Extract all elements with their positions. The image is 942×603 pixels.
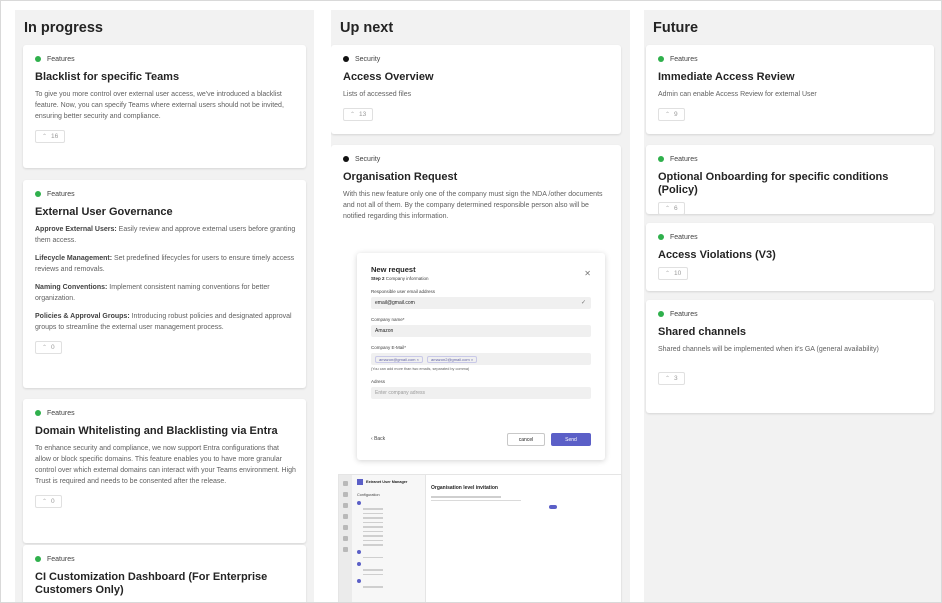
card-tag: Features	[658, 232, 924, 242]
field-hint: (You can add more than two emails, separ…	[371, 367, 470, 371]
card-title: Domain Whitelisting and Blacklisting via…	[35, 425, 278, 437]
chevron-up-icon: ⌃	[665, 376, 671, 382]
features-dot-icon	[35, 410, 41, 416]
features-dot-icon	[658, 234, 664, 240]
card-title: External User Governance	[35, 206, 173, 218]
vote-button[interactable]: ⌃ 0	[35, 341, 62, 354]
column-title: In progress	[24, 20, 103, 36]
company-email-field: amazon@gmail.com × amazon2@gmail.com ×	[371, 353, 591, 365]
card-paragraph: Policies & Approval Groups: Introducing …	[35, 313, 292, 331]
card-description: Lists of accessed files	[343, 91, 412, 98]
card-paragraph: Lifecycle Management: Set predefined lif…	[35, 255, 295, 273]
card-tag: Features	[658, 309, 924, 319]
card-title: Immediate Access Review	[658, 71, 795, 83]
card-domain-whitelisting[interactable]: Features Domain Whitelisting and Blackli…	[23, 399, 306, 543]
card-description: To give you more control over external u…	[35, 91, 284, 120]
app-main: Organisation level invitation	[431, 479, 617, 602]
email-field: email@gmail.com ✓	[371, 297, 591, 309]
column-title: Up next	[340, 20, 394, 36]
vote-button[interactable]: ⌃ 16	[35, 130, 66, 143]
app-main-title: Organisation level invitation	[431, 485, 498, 491]
card-access-overview[interactable]: Security Access Overview Lists of access…	[331, 45, 621, 134]
chevron-up-icon: ⌃	[42, 345, 48, 351]
card-title: CI Customization Dashboard (For Enterpri…	[35, 571, 268, 596]
toggle-icon	[549, 505, 557, 509]
field-label: Responsible user email address	[371, 289, 436, 294]
chevron-up-icon: ⌃	[42, 134, 48, 140]
app-brand: Extranet User Manager	[357, 479, 420, 485]
chevron-up-icon: ⌃	[665, 112, 671, 118]
send-button: Send	[551, 433, 591, 446]
app-settings-image: Extranet User Manager Configuration Orga…	[338, 474, 622, 602]
card-access-violations[interactable]: Features Access Violations (V3) ⌃ 10	[646, 223, 934, 291]
app-section: Configuration	[357, 493, 380, 497]
column-title: Future	[653, 20, 699, 36]
card-tag: Features	[35, 408, 296, 418]
chevron-up-icon: ⌃	[665, 206, 671, 212]
card-tag: Features	[658, 154, 924, 164]
chevron-up-icon: ⌃	[42, 499, 48, 505]
features-dot-icon	[658, 311, 664, 317]
close-icon: ✕	[584, 269, 591, 278]
card-ci-customization[interactable]: Features CI Customization Dashboard (For…	[23, 545, 306, 602]
card-description: Admin can enable Access Review for exter…	[658, 91, 817, 98]
vote-button[interactable]: ⌃ 9	[658, 108, 685, 121]
security-dot-icon	[343, 56, 349, 62]
vote-button[interactable]: ⌃ 0	[35, 495, 62, 508]
card-tag: Features	[35, 554, 296, 564]
card-external-user-governance[interactable]: Features External User Governance Approv…	[23, 180, 306, 388]
card-title: Access Overview	[343, 71, 434, 83]
modal-title: New request	[371, 265, 416, 274]
modal-step: Step 2 Company information	[371, 276, 429, 281]
address-field: Enter company adress	[371, 387, 591, 399]
card-shared-channels[interactable]: Features Shared channels Shared channels…	[646, 300, 934, 413]
card-immediate-access-review[interactable]: Features Immediate Access Review Admin c…	[646, 45, 934, 134]
card-title: Access Violations (V3)	[658, 249, 776, 261]
vote-button[interactable]: ⌃ 13	[343, 108, 374, 121]
card-tag: Features	[658, 54, 924, 64]
vote-button[interactable]: ⌃ 10	[658, 267, 689, 280]
card-tag: Security	[343, 54, 611, 64]
features-dot-icon	[35, 191, 41, 197]
card-tag: Security	[343, 154, 611, 164]
app-logo-icon	[357, 479, 363, 485]
card-description: To enhance security and compliance, we n…	[35, 445, 296, 485]
card-title: Shared channels	[658, 326, 747, 338]
security-dot-icon	[343, 156, 349, 162]
app-sidebar: Extranet User Manager Configuration	[352, 475, 426, 602]
card-tag: Features	[35, 189, 296, 199]
chevron-up-icon: ⌃	[665, 271, 671, 277]
field-label: Company E-Mail*	[371, 345, 407, 350]
card-title: Organisation Request	[343, 171, 458, 183]
email-chip: amazon@gmail.com ×	[375, 355, 423, 363]
column-future: Future Features Immediate Access Review …	[644, 10, 941, 602]
vote-button[interactable]: ⌃ 6	[658, 202, 685, 215]
app-rail	[339, 475, 352, 602]
card-title: Optional Onboarding for specific conditi…	[658, 171, 889, 196]
card-optional-onboarding[interactable]: Features Optional Onboarding for specifi…	[646, 145, 934, 215]
cancel-button: cancel	[507, 433, 545, 446]
chevron-up-icon: ⌃	[350, 112, 356, 118]
features-dot-icon	[658, 156, 664, 162]
column-in-progress: In progress Features Blacklist for speci…	[15, 10, 314, 602]
new-request-modal-image: New request Step 2 Company information ✕…	[357, 253, 605, 460]
roadmap-board: In progress Features Blacklist for speci…	[0, 0, 942, 603]
vote-button[interactable]: ⌃ 3	[658, 372, 685, 385]
card-tag: Features	[35, 54, 296, 64]
field-label: Company name*	[371, 317, 405, 322]
back-link: ‹ Back	[371, 436, 386, 442]
card-description: With this new feature only one of the co…	[343, 191, 603, 220]
card-description: Shared channels will be implemented when…	[658, 346, 879, 353]
features-dot-icon	[35, 56, 41, 62]
features-dot-icon	[35, 556, 41, 562]
card-blacklist-teams[interactable]: Features Blacklist for specific Teams To…	[23, 45, 306, 168]
card-paragraph: Approve External Users: Easily review an…	[35, 226, 296, 244]
field-label: Adress	[371, 379, 386, 384]
card-title: Blacklist for specific Teams	[35, 71, 180, 83]
features-dot-icon	[658, 56, 664, 62]
card-paragraph: Naming Conventions: Implement consistent…	[35, 284, 270, 302]
email-chip: amazon2@gmail.com ×	[426, 355, 478, 363]
company-name-field: Amazon	[371, 325, 591, 337]
check-icon: ✓	[580, 300, 586, 306]
